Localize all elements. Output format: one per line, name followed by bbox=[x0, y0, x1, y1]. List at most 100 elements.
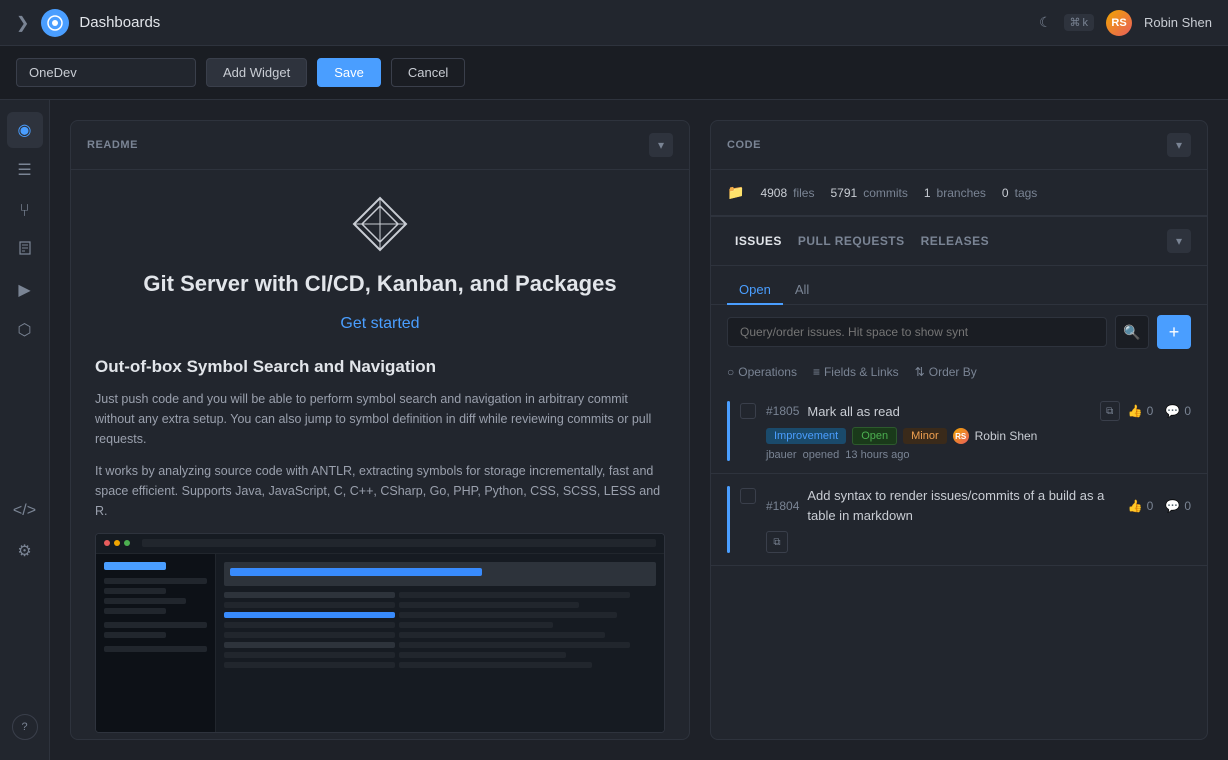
sidebar-item-packages[interactable]: ⬡ bbox=[7, 312, 43, 348]
opened-text-1: opened bbox=[803, 449, 840, 461]
tab-releases[interactable]: RELEASES bbox=[913, 230, 998, 252]
dashboard-icon: ◉ bbox=[18, 120, 32, 140]
readme-heading: Git Server with CI/CD, Kanban, and Packa… bbox=[95, 270, 665, 299]
issue-title-2[interactable]: Add syntax to render issues/commits of a… bbox=[807, 486, 1119, 525]
issue-number-2: #1804 bbox=[766, 499, 799, 513]
code-widget-title: CODE bbox=[727, 139, 761, 151]
readme-paragraph-1: Just push code and you will be able to p… bbox=[95, 389, 665, 449]
readme-menu-button[interactable]: ▾ bbox=[649, 133, 673, 157]
avatar[interactable]: RS bbox=[1106, 10, 1132, 36]
issues-menu-button[interactable]: ▾ bbox=[1167, 229, 1191, 253]
code-widget-header: CODE ▾ bbox=[711, 121, 1207, 170]
issue-filter-row: ○ Operations ≡ Fields & Links ⇅ Order By bbox=[711, 359, 1207, 389]
operations-filter[interactable]: ○ Operations bbox=[727, 365, 797, 379]
dashboard-name-input[interactable] bbox=[16, 58, 196, 87]
sidebar-item-settings[interactable]: ⚙ bbox=[7, 533, 43, 569]
issue-user-name-1: Robin Shen bbox=[975, 429, 1038, 443]
search-button[interactable]: 🔍 bbox=[1115, 315, 1149, 349]
thumbsup-icon-1: 👍 bbox=[1128, 404, 1143, 418]
order-by-label: Order By bbox=[929, 365, 977, 379]
issues-icon: ☰ bbox=[17, 160, 31, 180]
comment-icon-2: 💬 bbox=[1165, 499, 1180, 513]
code-menu-button[interactable]: ▾ bbox=[1167, 133, 1191, 157]
issue-title-row-2: #1804 Add syntax to render issues/commit… bbox=[766, 486, 1191, 525]
operations-icon: ▶ bbox=[18, 280, 30, 300]
cancel-button[interactable]: Cancel bbox=[391, 58, 465, 87]
issue-open-all-nav: Open All bbox=[711, 266, 1207, 305]
nav-right-section: ☾ ⌘ k RS Robin Shen bbox=[1039, 10, 1212, 36]
comment-icon-1: 💬 bbox=[1165, 404, 1180, 418]
nav-toggle-icon[interactable]: ❯ bbox=[16, 13, 29, 33]
tab-all[interactable]: All bbox=[783, 276, 821, 305]
sidebar-item-dashboard[interactable]: ◉ bbox=[7, 112, 43, 148]
readme-logo bbox=[350, 194, 410, 254]
fields-links-filter[interactable]: ≡ Fields & Links bbox=[813, 365, 899, 379]
issue-bar-2 bbox=[727, 486, 730, 553]
sidebar-item-operations[interactable]: ▶ bbox=[7, 272, 43, 308]
plus-icon: + bbox=[1169, 322, 1180, 343]
issue-reactions-1: 👍 0 💬 0 bbox=[1128, 404, 1191, 418]
content-area: README ▾ Git Server with CI/CD, Kanban, … bbox=[50, 100, 1228, 760]
reaction-thumbsup-1: 👍 0 bbox=[1128, 404, 1154, 418]
issue-body-1: #1805 Mark all as read ⧉ 👍 0 bbox=[766, 401, 1191, 461]
tag-improvement[interactable]: Improvement bbox=[766, 428, 846, 444]
code-section: CODE ▾ 📁 4908 files 5791 commits bbox=[711, 121, 1207, 216]
tab-issues[interactable]: ISSUES bbox=[727, 230, 790, 252]
tags-stat: 0 tags bbox=[1002, 186, 1037, 200]
settings-icon: ⚙ bbox=[17, 541, 31, 561]
issue-checkbox-2[interactable] bbox=[740, 488, 756, 504]
keyboard-shortcut: ⌘ k bbox=[1064, 14, 1095, 31]
reaction-comments-2: 💬 0 bbox=[1165, 499, 1191, 513]
user-name: Robin Shen bbox=[1144, 15, 1212, 30]
tag-minor[interactable]: Minor bbox=[903, 428, 947, 444]
commits-label: commits bbox=[863, 186, 908, 200]
tag-open[interactable]: Open bbox=[852, 427, 897, 445]
sidebar: ◉ ☰ ⑂ ▶ ⬡ </> ⚙ ? bbox=[0, 100, 50, 760]
sidebar-item-pull-requests[interactable]: ⑂ bbox=[7, 192, 43, 228]
issue-item-1805: #1805 Mark all as read ⧉ 👍 0 bbox=[711, 389, 1207, 474]
save-button[interactable]: Save bbox=[317, 58, 381, 87]
tags-label: tags bbox=[1015, 186, 1038, 200]
issue-copy-button-1[interactable]: ⧉ bbox=[1100, 401, 1120, 421]
issue-checkbox-1[interactable] bbox=[740, 403, 756, 419]
order-by-filter[interactable]: ⇅ Order By bbox=[915, 365, 977, 379]
readme-screenshot bbox=[95, 533, 665, 733]
issue-title-row-1: #1805 Mark all as read ⧉ 👍 0 bbox=[766, 401, 1191, 421]
tags-count: 0 bbox=[1002, 186, 1009, 200]
branches-count: 1 bbox=[924, 186, 931, 200]
issue-body-2: #1804 Add syntax to render issues/commit… bbox=[766, 486, 1191, 553]
tab-pull-requests[interactable]: PULL REQUESTS bbox=[790, 230, 913, 252]
readme-get-started-link[interactable]: Get started bbox=[95, 315, 665, 333]
pull-requests-icon: ⑂ bbox=[19, 200, 30, 221]
sidebar-item-help[interactable]: ? bbox=[12, 714, 38, 740]
issue-tags-1: Improvement Open Minor RS Robin Shen bbox=[766, 427, 1191, 445]
issue-copy-button-2[interactable]: ⧉ bbox=[766, 531, 788, 553]
folder-icon: 📁 bbox=[727, 184, 744, 201]
files-count: 4908 bbox=[760, 186, 787, 200]
add-issue-button[interactable]: + bbox=[1157, 315, 1191, 349]
issue-search-input[interactable] bbox=[727, 317, 1107, 347]
add-widget-button[interactable]: Add Widget bbox=[206, 58, 307, 87]
issues-header: ISSUES PULL REQUESTS RELEASES ▾ bbox=[711, 217, 1207, 266]
commits-stat: 5791 commits bbox=[830, 186, 907, 200]
sidebar-item-builds[interactable] bbox=[7, 232, 43, 268]
theme-toggle-icon[interactable]: ☾ bbox=[1039, 14, 1052, 31]
page-title: Dashboards bbox=[79, 14, 1039, 31]
issue-title-1[interactable]: Mark all as read bbox=[807, 404, 1091, 419]
issue-bar-1 bbox=[727, 401, 730, 461]
branches-label: branches bbox=[937, 186, 986, 200]
files-label: files bbox=[793, 186, 814, 200]
code-stats: 📁 4908 files 5791 commits 1 branches bbox=[711, 170, 1207, 216]
search-icon: 🔍 bbox=[1123, 324, 1140, 341]
tab-open[interactable]: Open bbox=[727, 276, 783, 305]
opened-by-1: jbauer bbox=[766, 449, 797, 461]
readme-widget-header: README ▾ bbox=[71, 121, 689, 170]
fields-links-icon: ≡ bbox=[813, 365, 820, 379]
packages-icon: ⬡ bbox=[18, 320, 32, 340]
files-stat: 4908 files bbox=[760, 186, 814, 200]
issue-item-1804: #1804 Add syntax to render issues/commit… bbox=[711, 474, 1207, 566]
sidebar-item-code[interactable]: </> bbox=[7, 493, 43, 529]
readme-subheading: Out-of-box Symbol Search and Navigation bbox=[95, 357, 665, 377]
reaction-thumbsup-2: 👍 0 bbox=[1128, 499, 1154, 513]
sidebar-item-issues[interactable]: ☰ bbox=[7, 152, 43, 188]
